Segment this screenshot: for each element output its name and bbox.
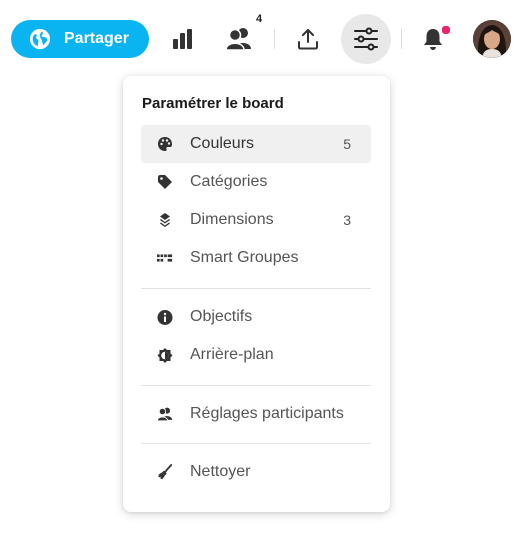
menu-item-dimensions[interactable]: Dimensions 3 [141,201,371,239]
sliders-icon [354,27,378,51]
board-settings-button[interactable] [341,14,391,64]
menu-item-objectives[interactable]: Objectifs [141,298,371,336]
board-settings-menu: Paramétrer le board Couleurs 5 Catégorie… [123,76,390,512]
menu-item-label: Smart Groupes [190,249,299,266]
menu-divider [141,288,371,289]
upload-icon [298,29,318,50]
grid-icon [157,250,173,266]
export-button[interactable] [289,20,327,58]
menu-item-count: 3 [343,212,351,228]
participants-button[interactable] [221,20,259,58]
menu-item-colors[interactable]: Couleurs 5 [141,125,371,163]
menu-item-clean[interactable]: Nettoyer [141,453,371,491]
palette-icon [157,136,173,152]
menu-item-label: Nettoyer [190,463,251,480]
statistics-button[interactable] [163,20,201,58]
menu-item-label: Arrière-plan [190,346,274,363]
info-icon [157,309,173,325]
bar-chart-icon [173,29,192,49]
menu-item-count: 5 [343,136,351,152]
menu-item-categories[interactable]: Catégories [141,163,371,201]
menu-item-label: Couleurs [190,135,255,152]
users-icon [225,28,251,51]
top-toolbar: Partager 4 [0,0,530,78]
menu-item-label: Objectifs [190,308,253,325]
users-icon [157,406,173,422]
broom-icon [157,464,173,480]
menu-item-background[interactable]: Arrière-plan [141,336,371,374]
menu-item-participant-settings[interactable]: Réglages participants [141,395,371,433]
share-button[interactable]: Partager [11,20,149,58]
contrast-icon [157,347,173,363]
toolbar-divider [274,29,275,49]
avatar-photo [473,20,511,58]
user-avatar[interactable] [473,20,511,58]
menu-item-label: Catégories [190,173,268,190]
share-button-label: Partager [64,30,129,47]
toolbar-divider [401,29,402,49]
participants-count-badge: 4 [256,13,263,25]
menu-item-smart-groups[interactable]: Smart Groupes [141,239,371,277]
globe-icon [29,28,51,50]
notification-dot [441,25,451,35]
menu-divider [141,385,371,386]
layers-icon [157,212,173,228]
menu-divider [141,443,371,444]
menu-title: Paramétrer le board [142,95,284,112]
menu-item-label: Dimensions [190,211,274,228]
tag-icon [157,174,173,190]
menu-item-label: Réglages participants [190,405,344,422]
